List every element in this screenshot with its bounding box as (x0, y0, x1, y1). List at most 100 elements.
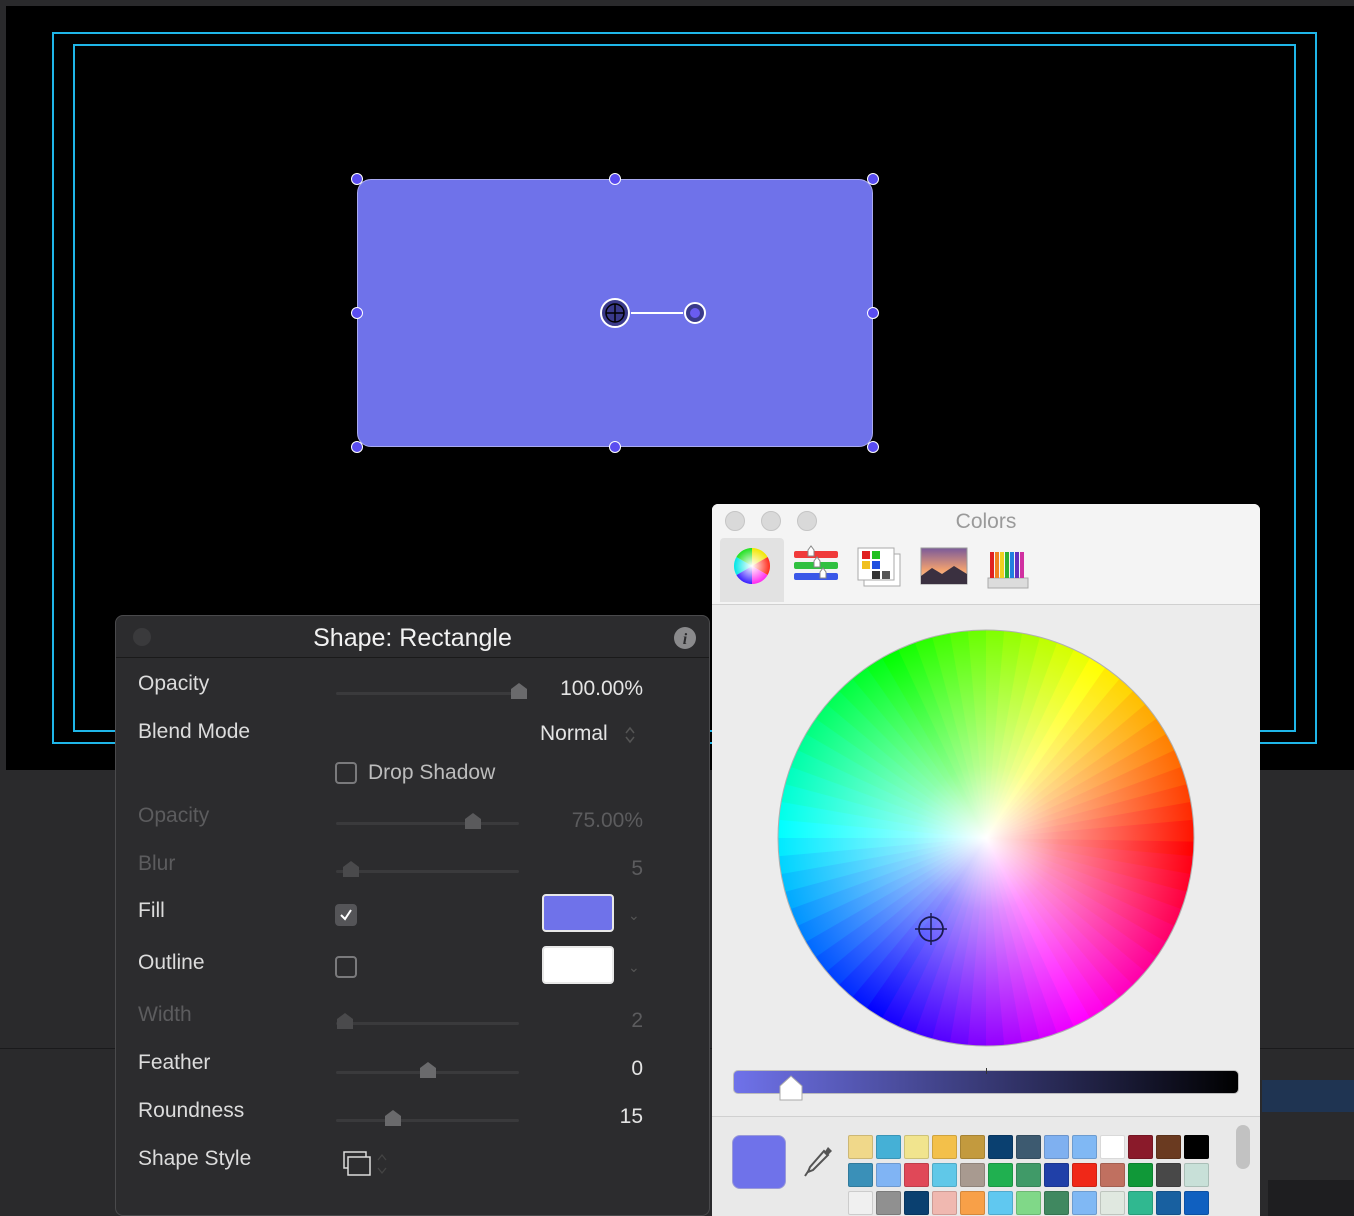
color-swatch[interactable] (876, 1191, 901, 1215)
brightness-slider-knob[interactable] (778, 1074, 804, 1102)
color-swatch[interactable] (1156, 1135, 1181, 1159)
updown-chevron-icon (625, 726, 635, 744)
fill-label: Fill (138, 899, 165, 922)
color-swatch[interactable] (1156, 1163, 1181, 1187)
color-wheel[interactable] (776, 628, 1196, 1048)
roundness-value[interactable]: 15 (620, 1105, 643, 1129)
fill-color-well[interactable] (542, 894, 614, 932)
resize-handle-top[interactable] (609, 173, 621, 185)
eyedropper-icon[interactable] (800, 1143, 836, 1183)
shadow-opacity-slider[interactable] (336, 813, 519, 829)
blur-value[interactable]: 5 (631, 857, 643, 881)
resize-handle-left[interactable] (351, 307, 363, 319)
color-swatch[interactable] (1184, 1163, 1209, 1187)
fill-checkbox[interactable] (335, 904, 357, 926)
shape-style-icon[interactable] (342, 1149, 392, 1179)
opacity-value[interactable]: 100.00% (560, 677, 643, 701)
drop-shadow-checkbox[interactable] (335, 762, 357, 784)
color-sliders-icon (794, 545, 838, 580)
color-wheel-mode-tab[interactable] (720, 538, 784, 602)
color-swatch[interactable] (904, 1135, 929, 1159)
blend-mode-popup[interactable]: Normal (540, 722, 650, 748)
color-swatch[interactable] (1016, 1191, 1041, 1215)
color-swatch[interactable] (960, 1163, 985, 1187)
resize-handle-bottom[interactable] (609, 441, 621, 453)
color-swatch[interactable] (876, 1135, 901, 1159)
color-swatch[interactable] (932, 1163, 957, 1187)
color-swatch[interactable] (1128, 1163, 1153, 1187)
resize-handle-right[interactable] (867, 307, 879, 319)
color-swatch[interactable] (848, 1163, 873, 1187)
checkmark-icon (340, 909, 352, 921)
colors-title: Colors (955, 510, 1017, 533)
blur-slider[interactable] (336, 861, 519, 877)
color-swatch[interactable] (876, 1163, 901, 1187)
color-swatch[interactable] (1016, 1163, 1041, 1187)
color-swatch[interactable] (1128, 1191, 1153, 1215)
shadow-opacity-slider-knob[interactable] (464, 813, 482, 829)
current-color-well[interactable] (732, 1135, 786, 1189)
color-swatch[interactable] (1072, 1135, 1097, 1159)
color-swatch[interactable] (1100, 1163, 1125, 1187)
color-swatch[interactable] (1184, 1135, 1209, 1159)
feather-slider[interactable] (336, 1062, 519, 1078)
color-swatch[interactable] (1184, 1191, 1209, 1215)
color-swatch[interactable] (1044, 1135, 1069, 1159)
outline-chevron-down-icon[interactable]: ⌄ (628, 959, 640, 976)
color-swatch[interactable] (1016, 1135, 1041, 1159)
resize-handle-bottom-right[interactable] (867, 441, 879, 453)
pencils-mode-tab[interactable] (976, 538, 1040, 602)
roundness-slider[interactable] (336, 1110, 519, 1126)
color-swatch[interactable] (848, 1135, 873, 1159)
resize-handle-top-left[interactable] (351, 173, 363, 185)
outline-color-well[interactable] (542, 946, 614, 984)
color-swatch[interactable] (932, 1191, 957, 1215)
color-swatch[interactable] (960, 1135, 985, 1159)
svg-text:i: i (683, 631, 688, 648)
color-swatch[interactable] (988, 1135, 1013, 1159)
color-swatch[interactable] (1072, 1191, 1097, 1215)
timeline-clip[interactable] (1262, 1080, 1354, 1112)
color-sliders-mode-tab[interactable] (784, 538, 848, 602)
image-palettes-mode-tab[interactable] (912, 538, 976, 602)
fill-chevron-down-icon[interactable]: ⌄ (628, 907, 640, 924)
shadow-opacity-value[interactable]: 75.00% (572, 809, 643, 833)
color-swatch[interactable] (932, 1135, 957, 1159)
color-swatch[interactable] (1100, 1135, 1125, 1159)
opacity-slider[interactable] (336, 683, 527, 699)
color-swatch[interactable] (1044, 1191, 1069, 1215)
width-slider[interactable] (336, 1013, 519, 1029)
feather-label: Feather (138, 1051, 211, 1074)
color-swatch[interactable] (1044, 1163, 1069, 1187)
color-swatch[interactable] (988, 1191, 1013, 1215)
resize-handle-bottom-left[interactable] (351, 441, 363, 453)
outline-checkbox[interactable] (335, 956, 357, 978)
resize-handle-top-right[interactable] (867, 173, 879, 185)
blur-label: Blur (138, 852, 176, 875)
color-swatch[interactable] (988, 1163, 1013, 1187)
width-slider-knob[interactable] (336, 1013, 354, 1029)
color-swatch[interactable] (904, 1163, 929, 1187)
opacity-slider-knob[interactable] (510, 683, 528, 699)
shape-inspector-hud: Shape: Rectangle i Opacity 100.00% Blend… (115, 615, 710, 1216)
feather-value[interactable]: 0 (631, 1057, 643, 1081)
roundness-slider-knob[interactable] (384, 1110, 402, 1126)
color-swatch[interactable] (848, 1191, 873, 1215)
image-palettes-icon (920, 547, 968, 585)
color-swatch[interactable] (1072, 1163, 1097, 1187)
rotation-handle[interactable] (683, 301, 707, 325)
brightness-tick (986, 1068, 987, 1074)
swatches-scrollbar[interactable] (1236, 1125, 1250, 1169)
color-swatch[interactable] (904, 1191, 929, 1215)
feather-slider-knob[interactable] (419, 1062, 437, 1078)
opacity-label: Opacity (138, 672, 210, 695)
color-swatch[interactable] (960, 1191, 985, 1215)
color-swatch[interactable] (1100, 1191, 1125, 1215)
info-icon[interactable]: i (673, 626, 697, 650)
blur-slider-knob[interactable] (342, 861, 360, 877)
color-swatch[interactable] (1128, 1135, 1153, 1159)
anchor-point-icon[interactable] (598, 296, 632, 330)
color-palettes-mode-tab[interactable] (848, 538, 912, 602)
width-value[interactable]: 2 (631, 1009, 643, 1033)
color-swatch[interactable] (1156, 1191, 1181, 1215)
